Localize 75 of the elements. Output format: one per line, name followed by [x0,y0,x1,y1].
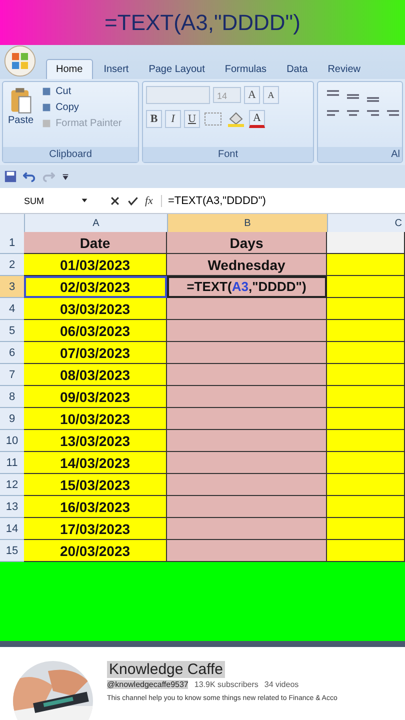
grow-font-button[interactable]: A [244,86,260,104]
clipboard-button[interactable]: Cut [40,85,123,98]
row-header[interactable]: 4 [0,298,24,320]
table-cell: Date [24,232,167,254]
row-header[interactable]: 10 [0,430,24,452]
table-cell: 15/03/2023 [24,474,167,496]
clipboard-icon [10,87,32,115]
row-header[interactable]: 3 [0,276,24,298]
row-header[interactable]: 2 [0,254,24,276]
row-header[interactable]: 14 [0,518,24,540]
video-count: 34 videos [264,680,299,689]
table-cell: 20/03/2023 [24,540,167,562]
table-cell: 02/03/2023 [24,276,167,298]
style-button[interactable]: U [184,110,200,128]
ribbon-tab[interactable]: Data [278,60,317,79]
row-header[interactable]: 9 [0,408,24,430]
table-cell: 08/03/2023 [24,364,167,386]
row-header[interactable]: 5 [0,320,24,342]
banner-title: =TEXT(A3,"DDDD") [104,10,300,36]
row-header[interactable]: 6 [0,342,24,364]
row-header[interactable]: 11 [0,452,24,474]
style-button[interactable]: B [146,110,162,128]
name-box[interactable]: SUM [0,196,80,206]
undo-icon[interactable] [23,170,36,183]
row-header[interactable]: 15 [0,540,24,562]
row-header[interactable]: 7 [0,364,24,386]
column-header[interactable]: B [168,214,328,232]
cancel-icon[interactable] [109,194,121,206]
ribbon-tab[interactable]: Insert [94,60,138,79]
save-icon[interactable] [4,170,17,183]
channel-handle[interactable]: @knowledgecaffe9537 [107,680,188,689]
insert-function-button[interactable]: fx [145,194,162,206]
row-header[interactable]: 12 [0,474,24,496]
clipboard-button[interactable]: Copy [40,101,123,114]
shrink-font-button[interactable]: A [263,86,279,104]
ribbon-tab[interactable]: Page Layout [140,60,214,79]
tool-icon [40,86,52,97]
borders-icon[interactable] [203,111,223,127]
subscriber-count: 13.9K subscribers [194,680,258,689]
group-label: Font [143,147,313,162]
table-cell: 13/03/2023 [24,430,167,452]
table-cell: 07/03/2023 [24,342,167,364]
table-cell: 16/03/2023 [24,496,167,518]
row-header[interactable]: 8 [0,386,24,408]
table-cell: 06/03/2023 [24,320,167,342]
table-cell: 10/03/2023 [24,408,167,430]
ribbon-tab[interactable]: Home [46,59,93,79]
tool-icon [40,102,52,113]
customize-icon[interactable] [61,172,70,181]
table-cell: 01/03/2023 [24,254,167,276]
fill-bucket-icon[interactable] [226,111,246,127]
table-cell: Wednesday [167,254,327,276]
row-header[interactable]: 1 [0,232,24,254]
font-color-button[interactable]: A [249,110,265,128]
column-header[interactable]: C [328,214,405,232]
ribbon-tab[interactable]: Formulas [216,60,276,79]
table-cell: 09/03/2023 [24,386,167,408]
style-button[interactable]: I [165,110,181,128]
table-cell: Days [167,232,327,254]
table-cell: 14/03/2023 [24,452,167,474]
row-header[interactable]: 13 [0,496,24,518]
ribbon-tab[interactable]: Review [318,60,370,79]
font-name-field[interactable] [146,86,210,104]
group-label: Al [318,147,402,162]
group-label: Clipboard [3,147,138,162]
editing-cell[interactable]: =TEXT(A3,"DDDD") [167,276,327,298]
paste-button[interactable]: Paste [6,85,36,144]
channel-name[interactable]: Knowledge Caffe [107,661,225,678]
table-cell: 17/03/2023 [24,518,167,540]
office-button-icon[interactable] [4,45,36,77]
formula-field[interactable]: =TEXT(A3,"DDDD") [162,194,266,206]
dropdown-icon[interactable] [80,196,89,205]
check-icon[interactable] [127,194,139,206]
tool-icon [40,118,52,129]
table-cell: 03/03/2023 [24,298,167,320]
